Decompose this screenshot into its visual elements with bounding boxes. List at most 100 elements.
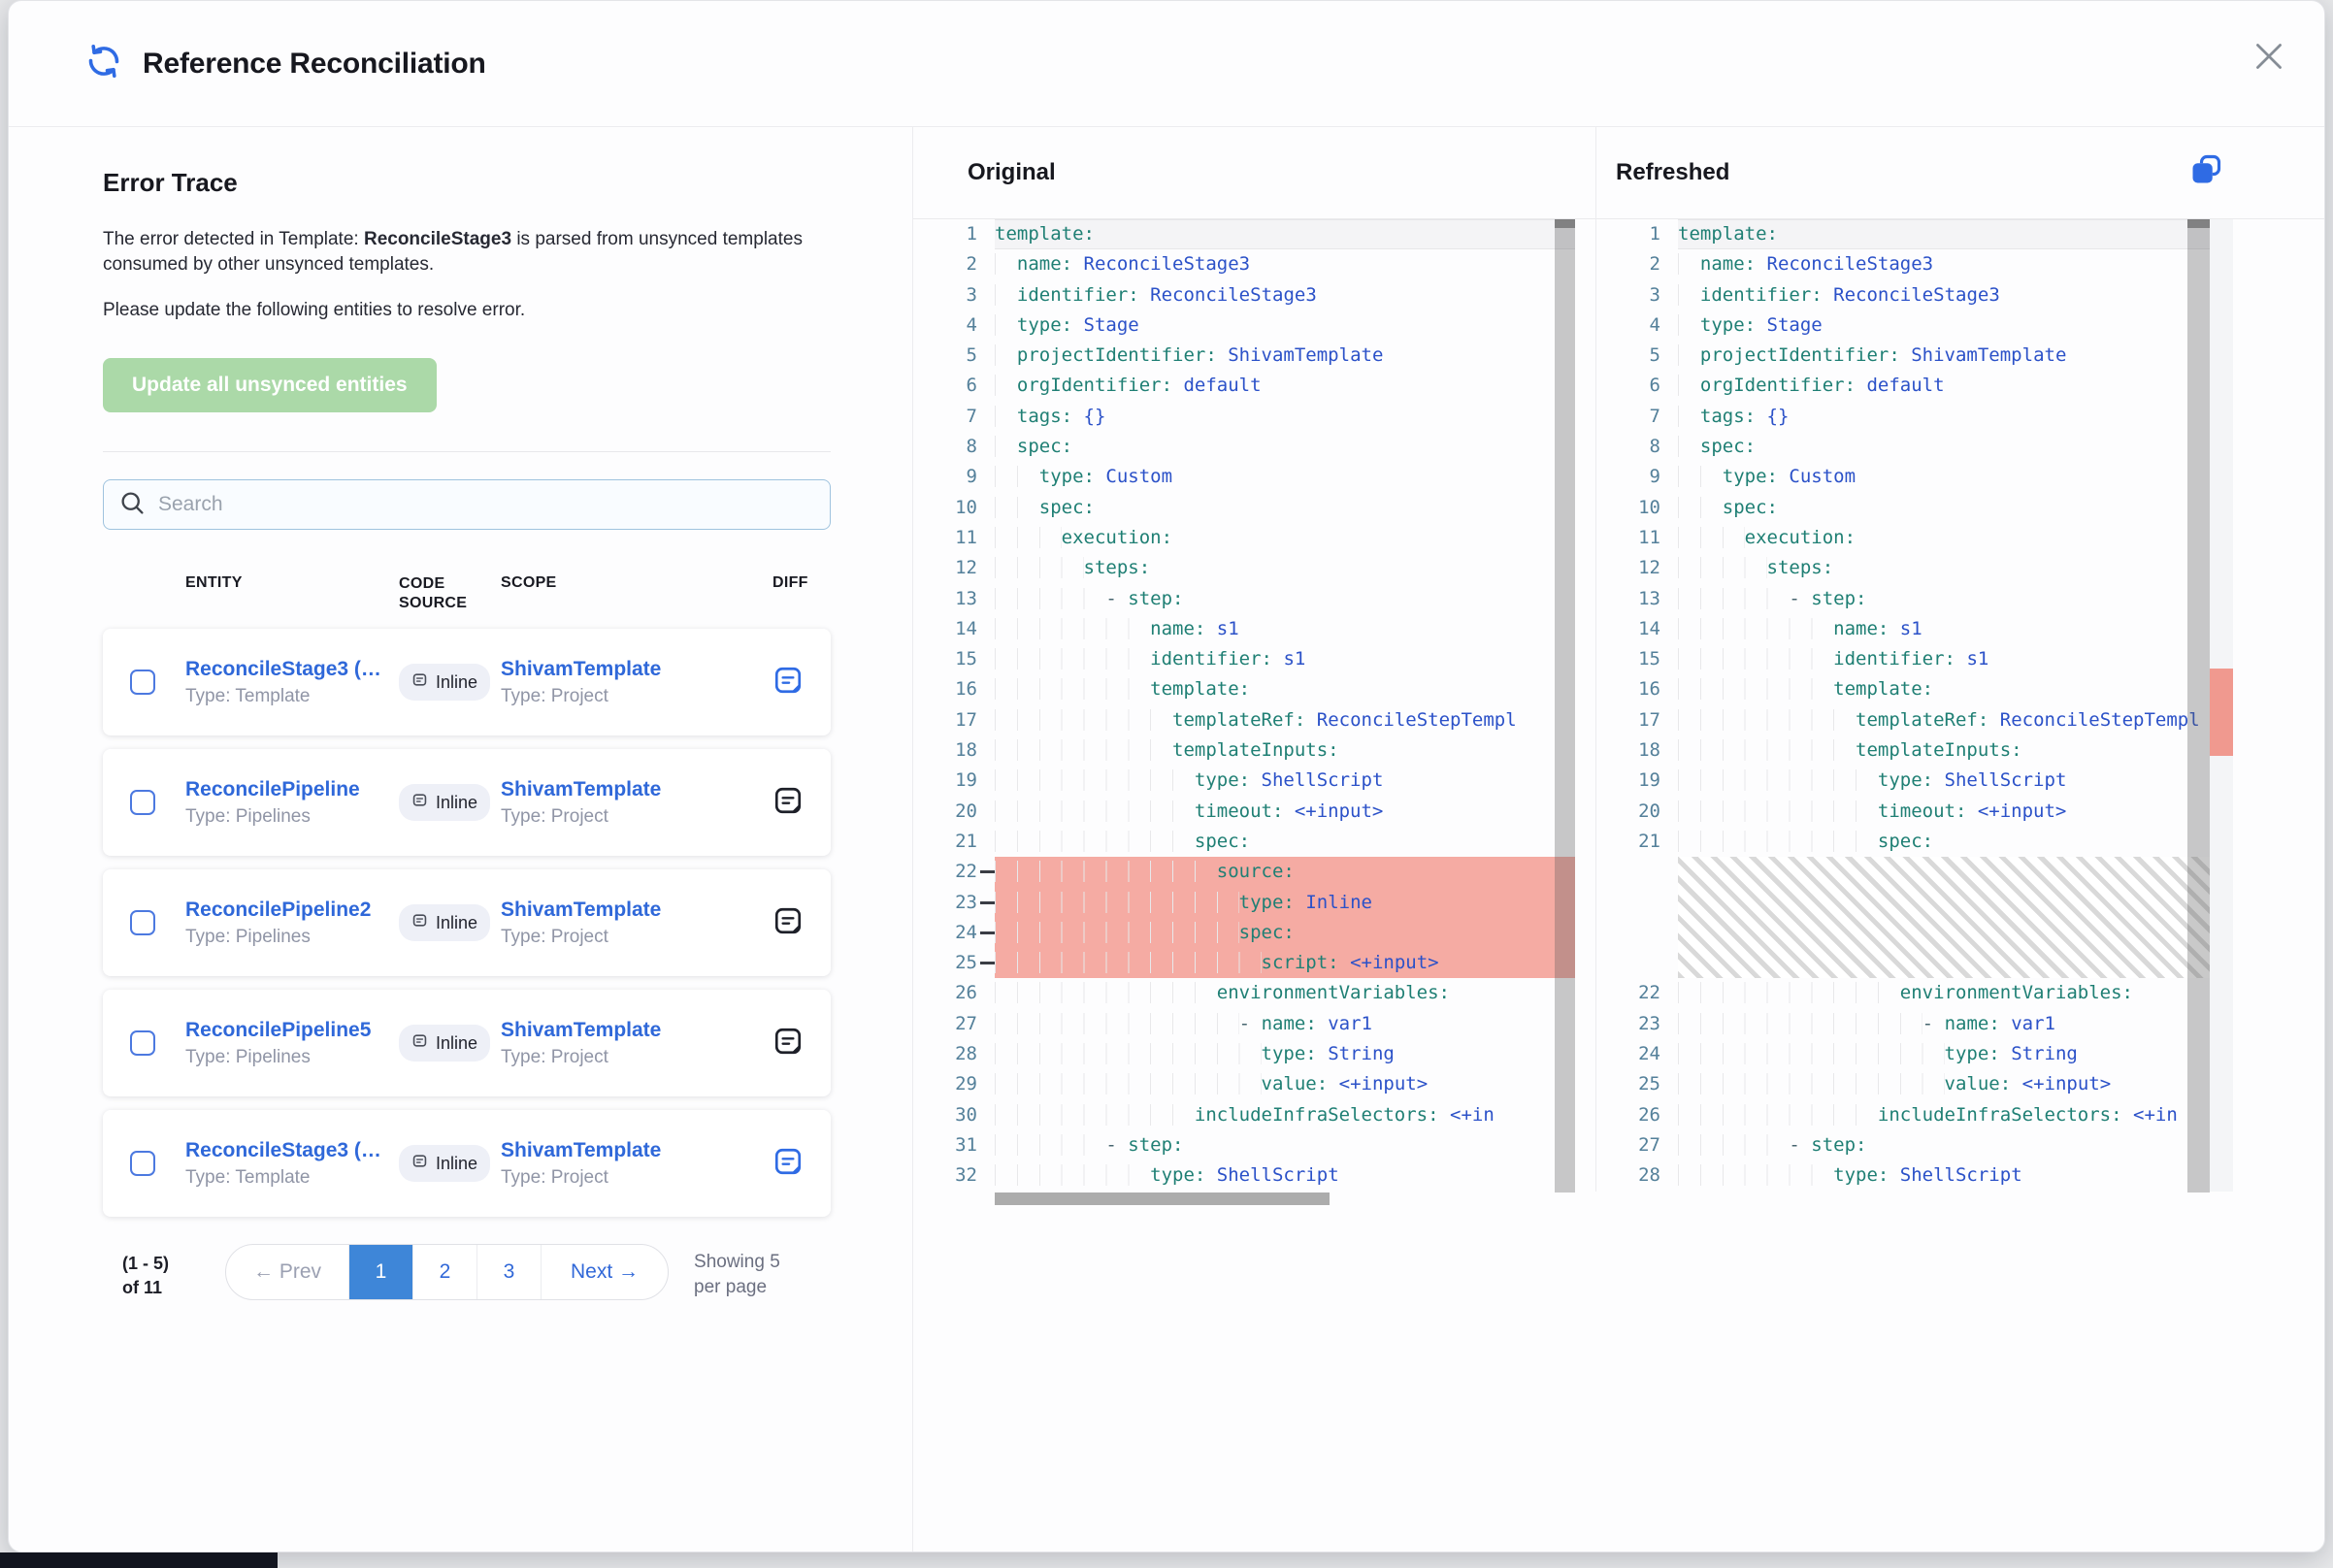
row-checkbox[interactable] [130,1030,155,1056]
code-source-badge: Inline [399,904,490,941]
view-diff-icon[interactable] [772,1146,804,1177]
scope-link[interactable]: ShivamTemplate [501,658,772,681]
table-row: ReconcileStage3 (… Type: TemplateInline Sh… [103,629,831,735]
next-page-button[interactable]: Next → [542,1245,668,1299]
line-number: 10 [1596,493,1678,523]
scope-link[interactable]: ShivamTemplate [501,778,772,801]
line-content: type: ShellScript [1678,766,2233,796]
line-content: projectIdentifier: ShivamTemplate [995,341,1575,371]
badge-label: Inline [436,793,477,813]
refreshed-code-editor[interactable]: 1template:2 name: ReconcileStage33 ident… [1596,218,2324,1192]
line-content: - name: var1 [995,1009,1575,1039]
line-content: - name: var1 [1678,1009,2233,1039]
line-content: execution: [995,523,1575,553]
code-line: 2 name: ReconcileStage3 [913,249,1575,279]
code-line: 10 spec: [913,493,1575,523]
entity-link[interactable]: ReconcilePipeline2 [185,898,399,922]
line-content: type: String [1678,1039,2233,1069]
code-line: 5 projectIdentifier: ShivamTemplate [1596,341,2233,371]
column-diff: DIFF [772,574,831,592]
code-line: 26 includeInfraSelectors: <+in [1596,1100,2233,1130]
view-diff-icon[interactable] [772,785,804,816]
code-source-cell: Inline [399,784,501,821]
inline-store-icon [411,912,428,933]
prev-page-button[interactable]: ← Prev [226,1245,349,1299]
section-divider [103,451,831,452]
line-number: 4 [1596,310,1678,341]
code-line: 27 - step: [1596,1130,2233,1160]
code-line: 13 - step: [913,584,1575,614]
code-line: 9 type: Custom [1596,462,2233,492]
scope-cell: ShivamTemplateType: Project [501,1019,772,1068]
entity-link[interactable]: ReconcileStage3 (… [185,1139,399,1162]
line-number: 8 [1596,432,1678,462]
page-button-1[interactable]: 1 [349,1245,413,1299]
scope-cell: ShivamTemplateType: Project [501,658,772,707]
update-all-button[interactable]: Update all unsynced entities [103,358,437,412]
line-number: 26 [1596,1100,1678,1130]
row-checkbox[interactable] [130,1151,155,1176]
code-line: 21 spec: [1596,827,2233,857]
entity-type-label: Type: Pipelines [185,927,399,948]
page: { "window": { "title": "Reference Reconc… [0,0,2333,1568]
line-number: 16 [1596,674,1678,704]
row-checkbox[interactable] [130,670,155,695]
per-page-label: Showing 5 per page [694,1244,799,1300]
page-button-2[interactable]: 2 [413,1245,477,1299]
line-number: 1 [1596,219,1678,249]
entity-link[interactable]: ReconcilePipeline5 [185,1019,399,1042]
code-line: 3 identifier: ReconcileStage3 [1596,280,2233,310]
refreshed-vertical-scrollbar[interactable] [2187,219,2210,1192]
line-number: 11 [913,523,995,553]
column-scope: SCOPE [501,574,772,592]
entity-link[interactable]: ReconcileStage3 (… [185,658,399,681]
line-content: steps: [995,553,1575,583]
code-source-badge: Inline [399,664,490,701]
code-line: 6 orgIdentifier: default [913,371,1575,401]
row-checkbox[interactable] [130,790,155,815]
code-line: 20 timeout: <+input> [913,797,1575,827]
search-box[interactable] [103,479,831,530]
line-content: timeout: <+input> [995,797,1575,827]
line-content: templateRef: ReconcileStepTempl [995,705,1575,735]
entity-link[interactable]: ReconcilePipeline [185,778,399,801]
code-line: 23 - name: var1 [1596,1009,2233,1039]
diff-view: Original 1template:2 name: ReconcileStag… [912,127,2324,1552]
code-line: 7 tags: {} [1596,402,2233,432]
original-pane-header: Original [913,127,1595,218]
original-vertical-scrollbar[interactable] [1555,219,1575,1192]
entity-type-label: Type: Template [185,686,399,707]
line-number: 6 [1596,371,1678,401]
scope-link[interactable]: ShivamTemplate [501,1139,772,1162]
view-diff-icon[interactable] [772,1026,804,1057]
line-number: 3 [913,280,995,310]
code-line: 1template: [1596,219,2233,249]
code-line: 22 source: [913,857,1575,887]
scope-type-label: Type: Project [501,927,772,948]
table-row: ReconcilePipeline5Type: PipelinesInlineS… [103,990,831,1096]
scope-link[interactable]: ShivamTemplate [501,1019,772,1042]
line-number: 22 [1596,978,1678,1008]
view-diff-icon[interactable] [772,905,804,936]
original-horizontal-scrollbar[interactable] [995,1192,1330,1205]
code-line: 24 spec: [913,918,1575,948]
line-number: 15 [1596,644,1678,674]
entity-cell: ReconcilePipeline5 Type: Pipelines [185,1019,399,1068]
line-content: - step: [995,584,1575,614]
scope-link[interactable]: ShivamTemplate [501,898,772,922]
code-line: 24 type: String [1596,1039,2233,1069]
line-number: 19 [913,766,995,796]
page-button-3[interactable]: 3 [477,1245,542,1299]
line-number: 31 [913,1130,995,1160]
line-number: 24 [1596,1039,1678,1069]
entity-type-label: Type: Pipelines [185,1047,399,1068]
row-checkbox[interactable] [130,910,155,935]
search-input[interactable] [156,492,814,517]
copy-icon[interactable] [2188,152,2223,187]
code-line: 27 - name: var1 [913,1009,1575,1039]
close-icon[interactable] [2254,42,2285,73]
view-diff-icon[interactable] [772,665,804,696]
code-line: 2 name: ReconcileStage3 [1596,249,2233,279]
original-code-editor[interactable]: 1template:2 name: ReconcileStage33 ident… [913,218,1595,1207]
line-content: tags: {} [995,402,1575,432]
